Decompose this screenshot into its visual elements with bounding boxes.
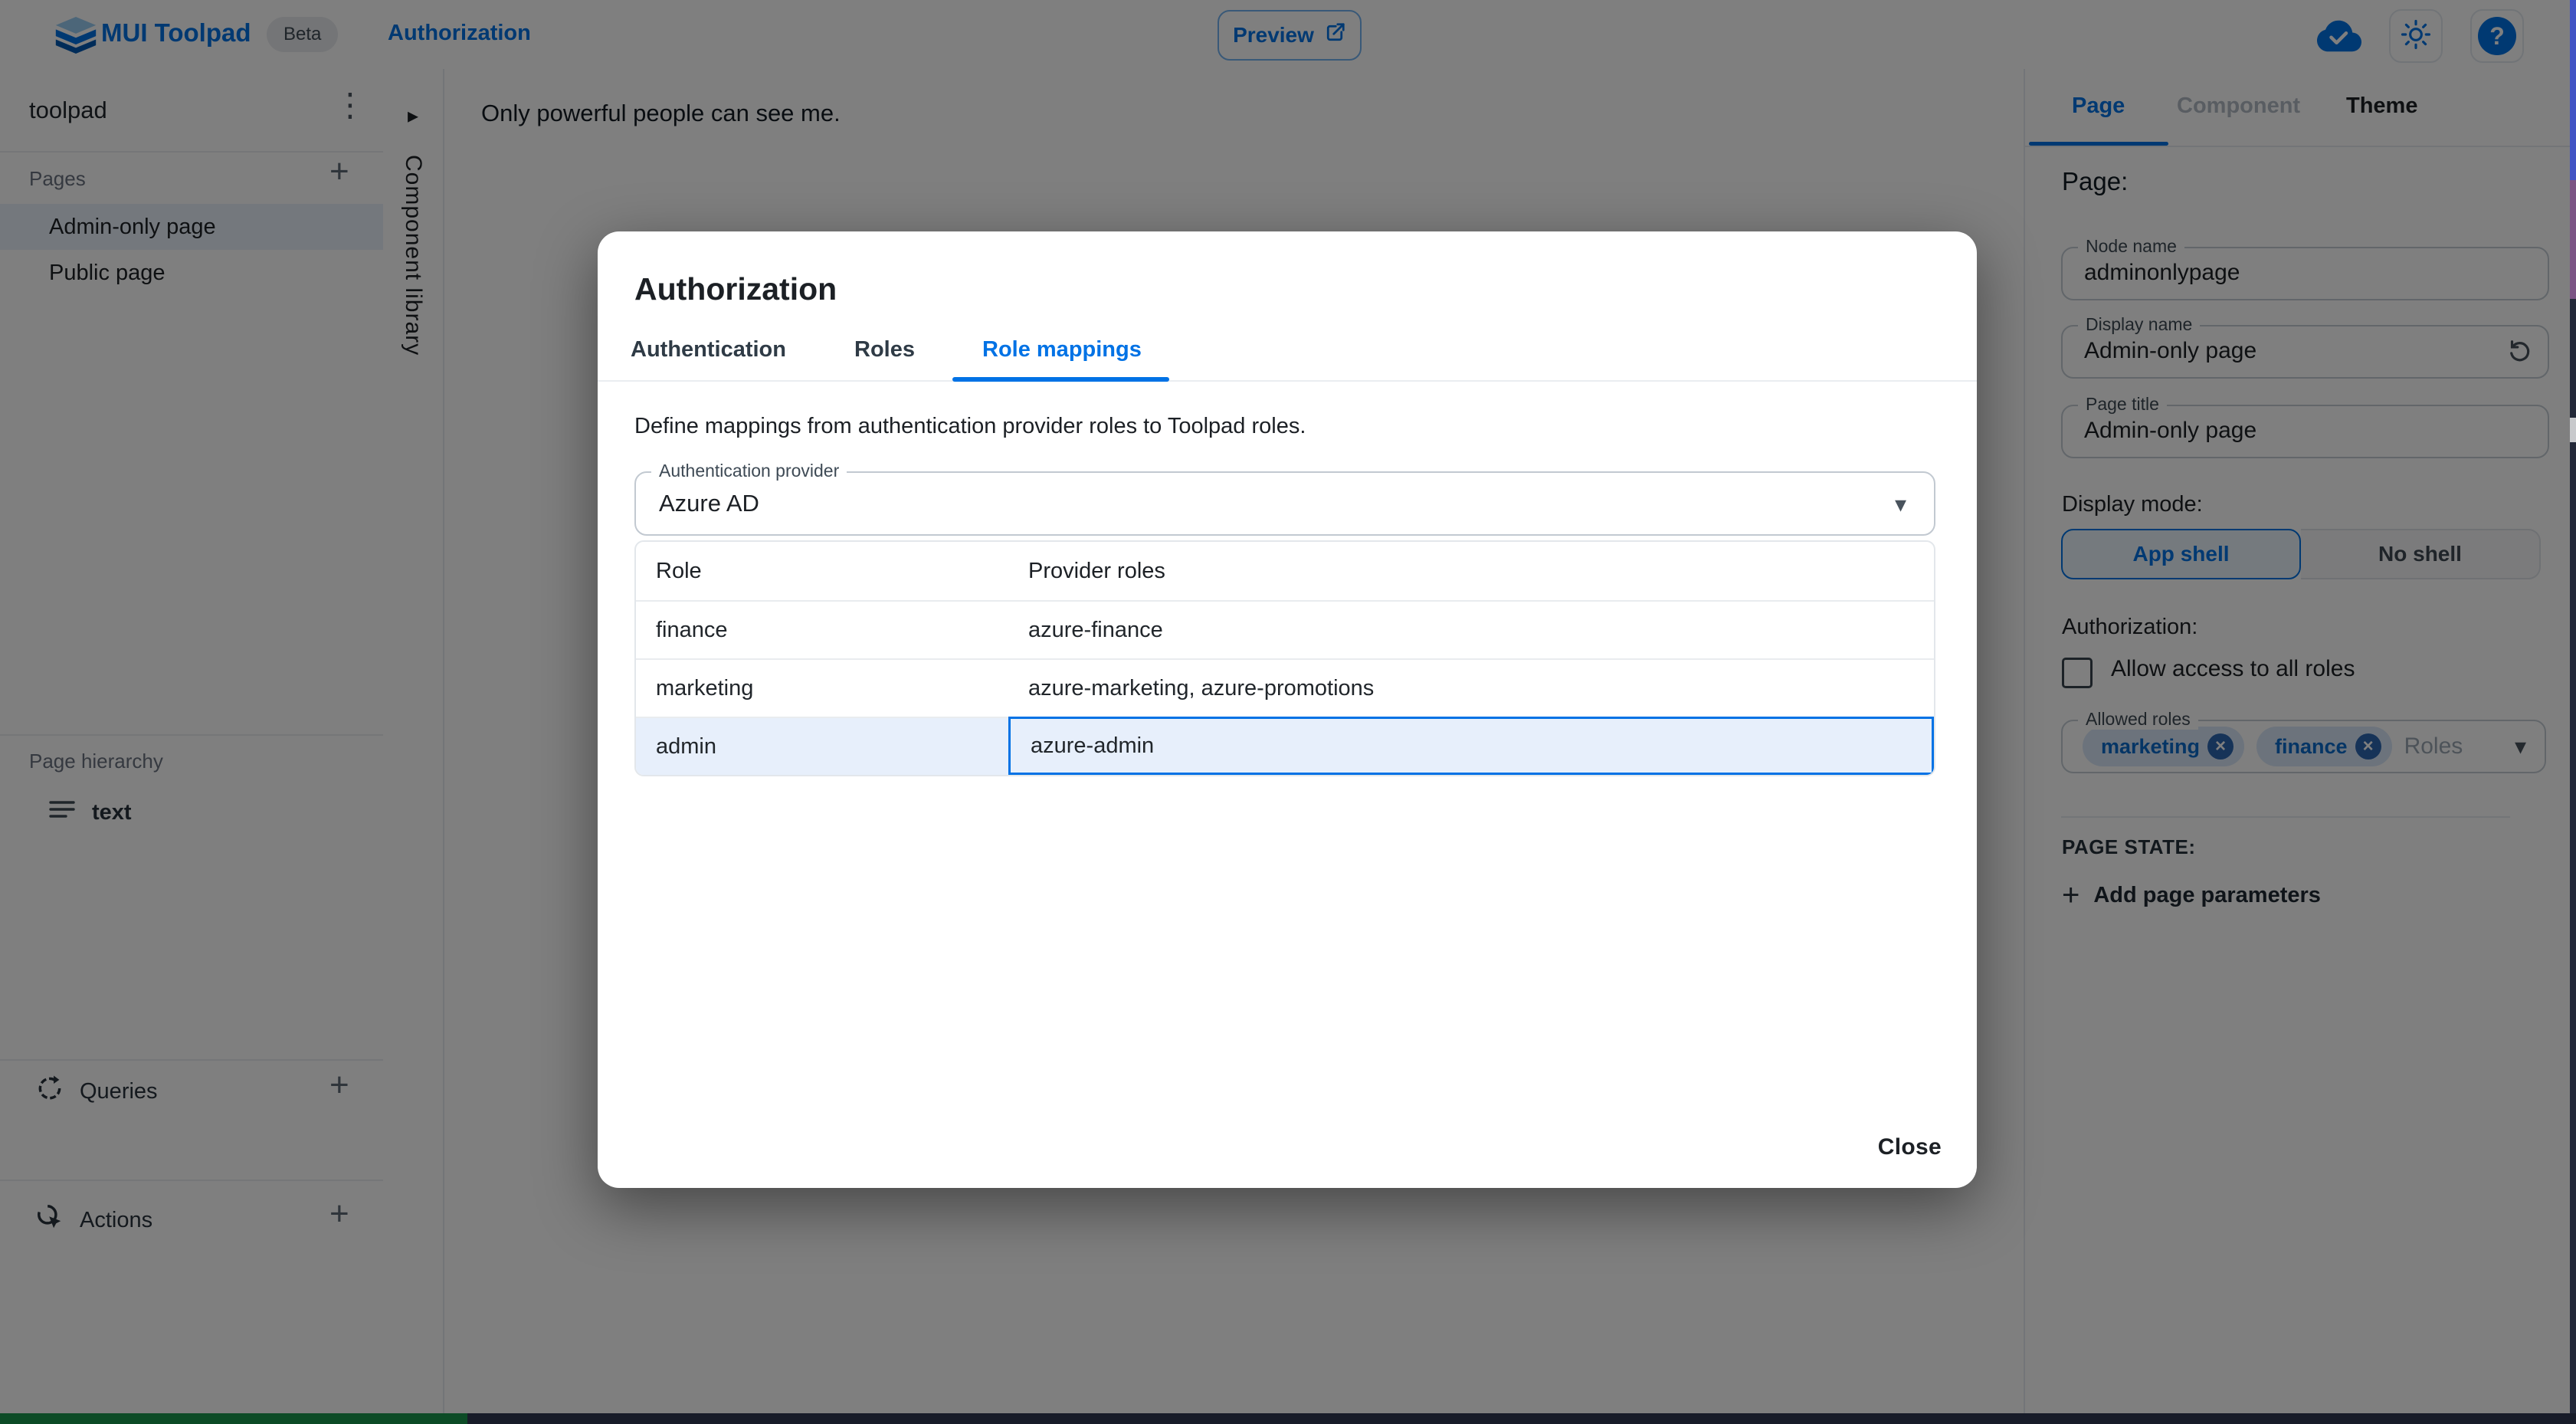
table-row[interactable]: marketing azure-marketing, azure-promoti… bbox=[636, 658, 1934, 717]
auth-provider-value: Azure AD bbox=[659, 490, 759, 517]
cell-provider-roles[interactable]: azure-marketing, azure-promotions bbox=[1008, 660, 1934, 717]
scrollbar-thumb[interactable] bbox=[2570, 418, 2576, 442]
tab-authentication[interactable]: Authentication bbox=[631, 337, 786, 363]
dialog-title: Authorization bbox=[634, 271, 837, 307]
window-edge-scrollbar[interactable] bbox=[2570, 0, 2576, 1424]
cell-role[interactable]: finance bbox=[636, 602, 1008, 658]
tab-role-mappings[interactable]: Role mappings bbox=[982, 337, 1142, 363]
cell-role[interactable]: admin bbox=[636, 718, 1008, 775]
auth-provider-select[interactable]: Authentication provider Azure AD ▾ bbox=[634, 461, 1935, 536]
toolpad-editor: MUI Toolpad Beta Authorization Preview bbox=[0, 0, 2576, 1424]
column-header-role[interactable]: Role bbox=[636, 542, 1008, 600]
role-mappings-grid: Role Provider roles finance azure-financ… bbox=[634, 540, 1935, 776]
scrollbar-segment bbox=[2570, 180, 2576, 299]
cell-role[interactable]: marketing bbox=[636, 660, 1008, 717]
scrollbar-track bbox=[2570, 299, 2576, 1424]
close-button[interactable]: Close bbox=[1878, 1134, 1942, 1160]
table-row[interactable]: finance azure-finance bbox=[636, 600, 1934, 658]
tab-roles[interactable]: Roles bbox=[854, 337, 915, 363]
cell-provider-roles-editing[interactable]: azure-admin bbox=[1008, 717, 1934, 775]
dialog-tabs: Authentication Roles Role mappings bbox=[598, 331, 1977, 382]
chevron-down-icon: ▾ bbox=[1894, 492, 1906, 517]
column-header-provider-roles[interactable]: Provider roles bbox=[1008, 542, 1934, 600]
authorization-dialog: Authorization Authentication Roles Role … bbox=[598, 231, 1977, 1188]
cell-provider-roles[interactable]: azure-finance bbox=[1008, 602, 1934, 658]
bottom-window-bar bbox=[0, 1413, 2576, 1424]
table-row-selected[interactable]: admin azure-admin bbox=[636, 717, 1934, 775]
bottom-bar-green-segment bbox=[0, 1413, 467, 1424]
scrollbar-segment bbox=[2570, 0, 2576, 180]
dialog-description: Define mappings from authentication prov… bbox=[634, 414, 1306, 438]
grid-header-row: Role Provider roles bbox=[636, 542, 1934, 600]
active-tab-indicator bbox=[952, 377, 1169, 382]
